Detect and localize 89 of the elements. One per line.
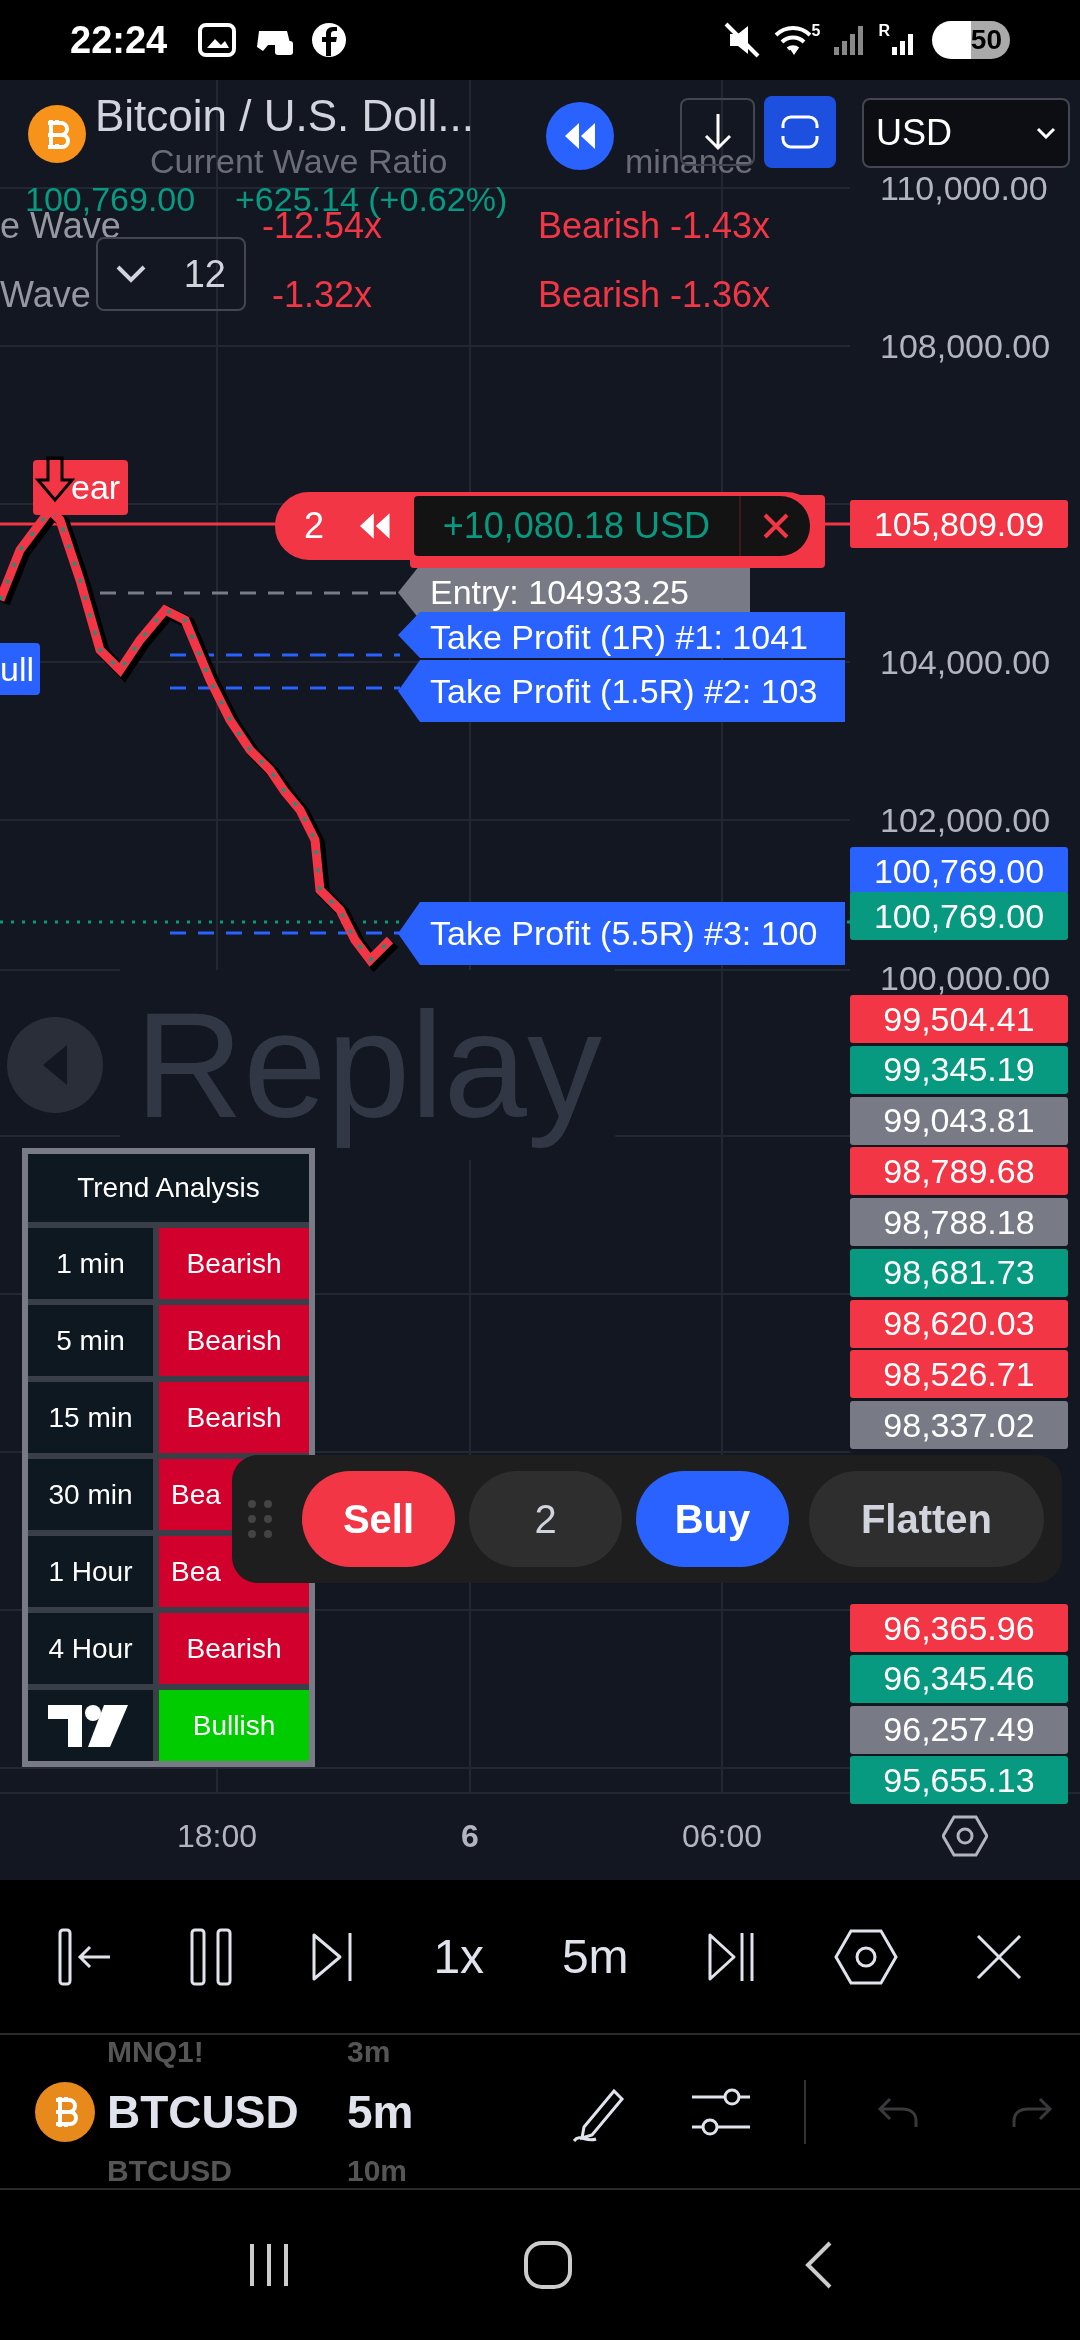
price-tag: 98,788.18 (850, 1198, 1068, 1246)
take-profit-label: Take Profit (1.5R) #2: 103 (398, 660, 845, 722)
timeframe-cell: 1 Hour (28, 1536, 153, 1607)
price-tag: 95,655.13 (850, 1756, 1068, 1805)
drag-handle-icon[interactable] (246, 1498, 274, 1540)
price-tag: 105,809.09 (850, 500, 1068, 548)
timeframe-cell: 30 min (28, 1459, 153, 1530)
jump-to-start-icon[interactable] (58, 1927, 112, 1986)
settings-icon[interactable] (942, 1815, 988, 1857)
pointer-icon (398, 660, 420, 722)
trend-cell: Bearish (159, 1228, 309, 1299)
trend-cell: Bearish (159, 1613, 309, 1684)
table-title: Trend Analysis (28, 1154, 309, 1222)
symbol-name[interactable]: BTCUSD (107, 2088, 347, 2135)
time-axis-label: 6 (461, 1820, 479, 1852)
chevron-down-icon (116, 265, 146, 283)
rewind-icon (563, 121, 597, 151)
wifi-label: 5 (811, 23, 821, 39)
fullscreen-button[interactable] (764, 96, 836, 168)
dominance-value: Bearish -1.36x (538, 277, 771, 313)
trend-cell: Bullish (159, 1690, 309, 1761)
wifi-icon (773, 23, 812, 57)
price-tag: 98,789.68 (850, 1147, 1068, 1196)
timeframe-cell: 5 min (28, 1305, 153, 1376)
price-tag: 99,504.41 (850, 995, 1068, 1043)
speed-button[interactable]: 1x (433, 1920, 485, 1993)
time-axis-label: 06:00 (681, 1820, 763, 1852)
price-tag: 100,769.00 (850, 847, 1068, 895)
expand-icon (780, 114, 820, 150)
column-header: minance (625, 144, 754, 178)
trend-cell: Bearish (159, 1305, 309, 1376)
price-axis-label: 110,000.00 (880, 171, 1048, 205)
price-axis-label: 100,000.00 (880, 961, 1051, 995)
timeframe-cell: 15 min (28, 1382, 153, 1453)
price-axis-label: 108,000.00 (880, 329, 1051, 363)
price-tag: 99,345.19 (850, 1045, 1068, 1094)
sliders-icon[interactable] (690, 2086, 752, 2137)
social-app-icon (311, 22, 348, 58)
dominance-value: Bearish -1.43x (538, 208, 771, 244)
profit-loss-value: +10,080.18 USD (413, 496, 739, 556)
timeframe-cell: 1 min (28, 1228, 153, 1299)
price-axis-label: 102,000.00 (880, 803, 1051, 837)
timeframe-cell: 4 Hour (28, 1613, 153, 1684)
take-profit-label: Take Profit (5.5R) #3: 100 (398, 902, 845, 965)
wave-ratio: -1.32x (272, 277, 373, 313)
bitcoin-logo-icon (35, 2081, 95, 2142)
price-tag: 100,769.00 (850, 892, 1068, 940)
pause-icon[interactable] (189, 1927, 232, 1986)
position-quantity: 2 (304, 504, 326, 548)
interval-button[interactable]: 5m (561, 1920, 629, 1993)
bitcoin-logo-icon (28, 105, 86, 163)
battery-indicator: 50 (932, 21, 1010, 59)
price-axis-label: 104,000.00 (880, 645, 1051, 679)
row-label: Wave (0, 277, 91, 313)
buy-button[interactable]: Buy (636, 1471, 789, 1567)
price-tag: 96,257.49 (850, 1705, 1068, 1754)
signal-label: R (878, 23, 890, 39)
close-position-button[interactable] (739, 496, 810, 556)
column-header: Current Wave Ratio (150, 144, 448, 178)
flatten-button[interactable]: Flatten (809, 1471, 1044, 1567)
logo-icon (47, 1704, 128, 1747)
chevron-down-icon (1036, 127, 1056, 139)
price-tag: 96,365.96 (850, 1604, 1068, 1652)
quantity-field[interactable]: 2 (469, 1471, 622, 1567)
time-axis-label: 18:00 (176, 1820, 258, 1852)
trend-cell: Bearish (159, 1382, 309, 1453)
close-icon (762, 513, 789, 539)
interval-label[interactable]: 5m (347, 2088, 414, 2135)
home-icon[interactable] (523, 2240, 573, 2290)
price-tag: 98,681.73 (850, 1248, 1068, 1297)
price-tag: 99,043.81 (850, 1096, 1068, 1145)
clock-time: 22:24 (70, 17, 168, 63)
bear-label: ear (33, 460, 129, 515)
rewind-icon[interactable] (358, 511, 392, 541)
pointer-icon (398, 902, 420, 965)
screenshot-icon (197, 22, 238, 58)
price-tag: 98,337.02 (850, 1401, 1068, 1449)
take-profit-label: Take Profit (1R) #1: 1041 (398, 612, 845, 658)
price-tag: 96,345.46 (850, 1654, 1068, 1703)
symbol-title[interactable]: Bitcoin / U.S. Doll... (95, 94, 474, 138)
currency-dropdown[interactable]: USD (862, 98, 1070, 168)
pointer-icon (398, 612, 420, 658)
bull-label: ull (0, 643, 41, 695)
sell-button[interactable]: Sell (302, 1471, 455, 1567)
replay-icon (5, 1015, 105, 1115)
price-tag: 98,526.71 (850, 1350, 1068, 1399)
price-tag: 98,620.03 (850, 1299, 1068, 1348)
close-icon[interactable] (975, 1933, 1022, 1980)
collapse-button[interactable]: 12 (96, 237, 246, 311)
